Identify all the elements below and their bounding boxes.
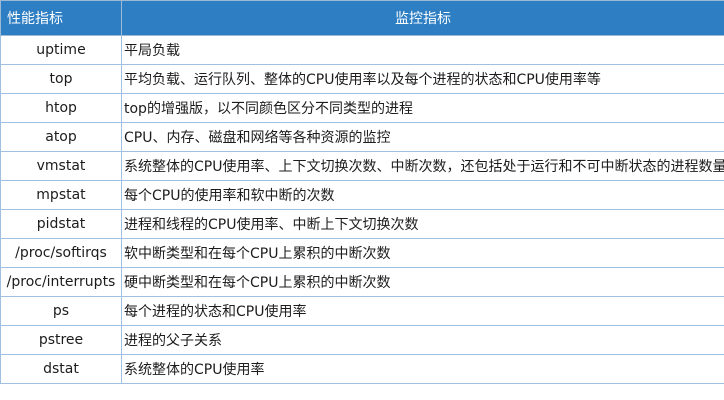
table-body: uptime 平局负载 top 平均负载、运行队列、整体的CPU使用率以及每个进程的状… xyxy=(0,35,724,384)
tool-name-cell: atop xyxy=(0,122,122,152)
tool-name-cell: ps xyxy=(0,296,122,326)
header-metric: 监控指标 xyxy=(121,0,724,36)
table-row: atop CPU、内存、磁盘和网络等各种资源的监控 xyxy=(0,122,724,152)
tool-name-cell: /proc/interrupts xyxy=(0,267,122,297)
table-row: mpstat 每个CPU的使用率和软中断的次数 xyxy=(0,180,724,210)
metric-desc-cell: 每个CPU的使用率和软中断的次数 xyxy=(121,180,724,210)
metrics-table: 性能指标 监控指标 uptime 平局负载 top 平均负载、运行队列、整体的CPU使… xyxy=(0,0,724,384)
tool-name-cell: /proc/softirqs xyxy=(0,238,122,268)
tool-name-cell: htop xyxy=(0,93,122,123)
table-row: pstree 进程的父子关系 xyxy=(0,325,724,355)
metric-desc-cell: 系统整体的CPU使用率 xyxy=(121,354,724,384)
metric-desc-cell: 进程的父子关系 xyxy=(121,325,724,355)
tool-name-cell: uptime xyxy=(0,35,122,65)
metric-desc-cell: 每个进程的状态和CPU使用率 xyxy=(121,296,724,326)
metric-desc-cell: 进程和线程的CPU使用率、中断上下文切换次数 xyxy=(121,209,724,239)
metric-desc-cell: top的增强版，以不同颜色区分不同类型的进程 xyxy=(121,93,724,123)
table-row: ps 每个进程的状态和CPU使用率 xyxy=(0,296,724,326)
tool-name-cell: top xyxy=(0,64,122,94)
table-row: pidstat 进程和线程的CPU使用率、中断上下文切换次数 xyxy=(0,209,724,239)
metric-desc-cell: 平均负载、运行队列、整体的CPU使用率以及每个进程的状态和CPU使用率等 xyxy=(121,64,724,94)
tool-name-cell: pstree xyxy=(0,325,122,355)
header-tool: 性能指标 xyxy=(0,0,122,36)
metric-desc-cell: CPU、内存、磁盘和网络等各种资源的监控 xyxy=(121,122,724,152)
table-row: vmstat 系统整体的CPU使用率、上下文切换次数、中断次数，还包括处于运行和不… xyxy=(0,151,724,181)
table-header: 性能指标 监控指标 xyxy=(0,0,724,36)
tool-name-cell: vmstat xyxy=(0,151,122,181)
metric-desc-cell: 软中断类型和在每个CPU上累积的中断次数 xyxy=(121,238,724,268)
metric-desc-cell: 系统整体的CPU使用率、上下文切换次数、中断次数，还包括处于运行和不可中断状态的… xyxy=(121,151,724,181)
tool-name-cell: mpstat xyxy=(0,180,122,210)
metric-desc-cell: 硬中断类型和在每个CPU上累积的中断次数 xyxy=(121,267,724,297)
table-row: /proc/softirqs 软中断类型和在每个CPU上累积的中断次数 xyxy=(0,238,724,268)
header-row: 性能指标 监控指标 xyxy=(0,0,724,36)
table-row: htop top的增强版，以不同颜色区分不同类型的进程 xyxy=(0,93,724,123)
metric-desc-cell: 平局负载 xyxy=(121,35,724,65)
table-row: top 平均负载、运行队列、整体的CPU使用率以及每个进程的状态和CPU使用率等 xyxy=(0,64,724,94)
tool-name-cell: pidstat xyxy=(0,209,122,239)
table-row: uptime 平局负载 xyxy=(0,35,724,65)
table-row: dstat 系统整体的CPU使用率 xyxy=(0,354,724,384)
tool-name-cell: dstat xyxy=(0,354,122,384)
table-row: /proc/interrupts 硬中断类型和在每个CPU上累积的中断次数 xyxy=(0,267,724,297)
